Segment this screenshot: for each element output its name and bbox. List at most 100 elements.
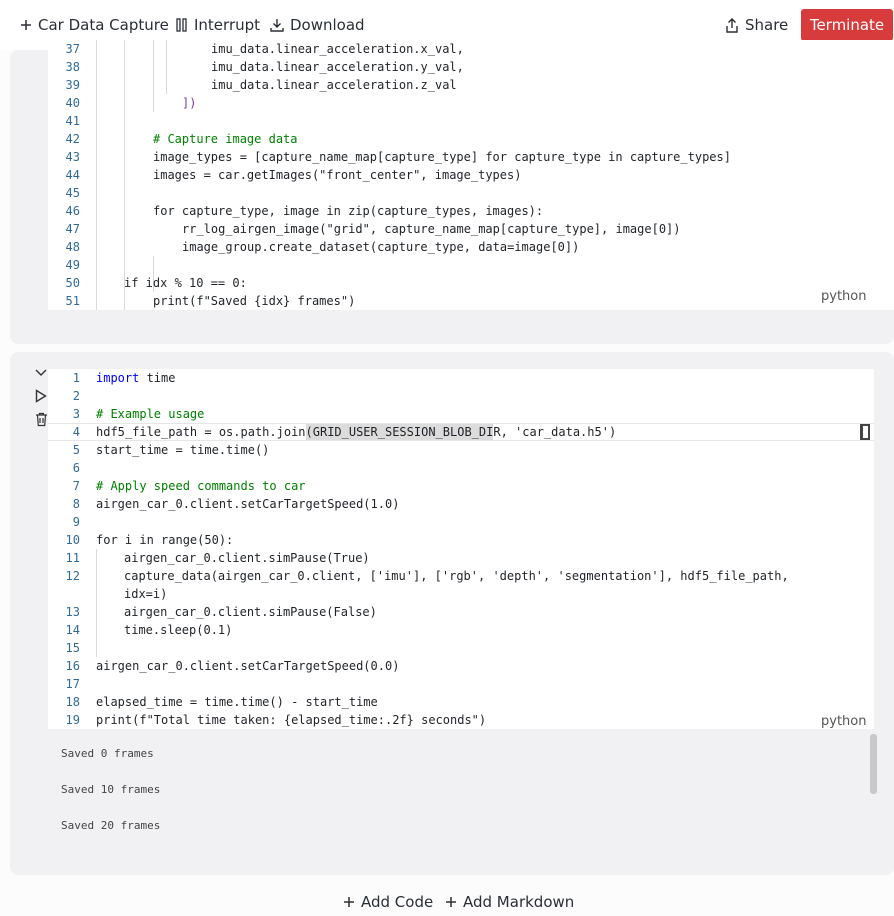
line-number: 15 xyxy=(65,641,80,655)
code-cell-1: 37 imu_data.linear_acceleration.x_val, 38… xyxy=(10,40,894,344)
code-text: print(f"Total time taken: {elapsed_time:… xyxy=(96,713,487,727)
download-button[interactable]: Download xyxy=(270,12,365,38)
line-number: 19 xyxy=(65,713,80,727)
plus-icon xyxy=(21,20,31,30)
line-number: 8 xyxy=(72,497,80,511)
code-text: image_types = [capture_name_map[capture_… xyxy=(153,150,731,164)
code-text: for i in range(50): xyxy=(96,533,234,547)
line-number: 10 xyxy=(65,533,80,547)
code-text: idx=i) xyxy=(124,587,168,601)
code-text: # Example usage xyxy=(96,407,205,421)
code-editor-2[interactable]: 1 import time 2 3 # Example usage 4 hdf5_fi… xyxy=(48,369,874,729)
line-number: 1 xyxy=(72,371,80,385)
line-number: 2 xyxy=(72,389,80,403)
notebook-title-button[interactable]: Car Data Capture xyxy=(20,12,169,38)
line-number: 43 xyxy=(65,150,80,164)
output-scrollbar[interactable] xyxy=(870,734,877,794)
code-text: import time xyxy=(96,371,176,385)
line-number: 46 xyxy=(65,204,80,218)
download-icon xyxy=(270,19,284,32)
add-code-label: Add Code xyxy=(361,893,434,911)
language-label: python xyxy=(821,289,867,304)
line-number: 47 xyxy=(65,222,80,236)
line-number: 5 xyxy=(72,443,80,457)
line-number: 41 xyxy=(65,114,80,128)
line-number: 37 xyxy=(65,42,80,56)
line-number: 44 xyxy=(65,168,80,182)
line-number: 4 xyxy=(72,425,80,439)
code-text: image_group.create_dataset(capture_type,… xyxy=(182,240,580,254)
code-text: hdf5_file_path = os.path.join(GRID_USER_… xyxy=(96,425,617,439)
code-text: airgen_car_0.client.simPause(False) xyxy=(124,605,377,619)
code-text: images = car.getImages("front_center", i… xyxy=(153,168,522,182)
output-line: Saved 10 frames xyxy=(61,783,161,796)
line-number: 13 xyxy=(65,605,80,619)
code-cell-2: 1 import time 2 3 # Example usage 4 hdf5_fi… xyxy=(10,352,894,875)
plus-icon xyxy=(446,897,456,907)
code-text: airgen_car_0.client.setCarTargetSpeed(1.… xyxy=(96,497,400,511)
line-number: 50 xyxy=(65,276,80,290)
play-icon xyxy=(35,389,47,403)
line-number: 3 xyxy=(72,407,80,421)
chevron-down-icon xyxy=(35,369,47,376)
line-number: 6 xyxy=(72,461,80,475)
line-number: 9 xyxy=(72,515,80,529)
interrupt-label: Interrupt xyxy=(194,16,261,34)
line-number: 11 xyxy=(65,551,80,565)
code-text: # Capture image data xyxy=(153,132,298,146)
code-text: airgen_car_0.client.setCarTargetSpeed(0.… xyxy=(96,659,400,673)
line-number: 18 xyxy=(65,695,80,709)
code-text: imu_data.linear_acceleration.x_val, xyxy=(211,42,464,56)
code-text: elapsed_time = time.time() - start_time xyxy=(96,695,378,709)
output-line: Saved 20 frames xyxy=(61,819,161,832)
code-text: time.sleep(0.1) xyxy=(124,623,233,637)
plus-icon xyxy=(344,897,354,907)
code-text: imu_data.linear_acceleration.z_val xyxy=(211,78,457,92)
share-label: Share xyxy=(745,16,789,34)
text-cursor xyxy=(860,424,870,440)
code-text: rr_log_airgen_image("grid", capture_name… xyxy=(182,222,681,236)
notebook-title: Car Data Capture xyxy=(38,16,169,34)
line-number: 12 xyxy=(65,569,80,583)
share-button[interactable]: Share xyxy=(725,12,788,38)
line-number: 17 xyxy=(65,677,80,691)
line-number: 51 xyxy=(65,294,80,308)
download-label: Download xyxy=(290,16,365,34)
line-number: 45 xyxy=(65,186,80,200)
share-icon xyxy=(726,17,738,33)
terminate-button[interactable]: Terminate xyxy=(801,9,893,41)
indent-guide xyxy=(96,549,97,657)
line-number: 39 xyxy=(65,78,80,92)
trash-icon xyxy=(35,412,47,426)
line-number: 42 xyxy=(65,132,80,146)
code-text: print(f"Saved {idx} frames") xyxy=(153,294,356,308)
line-number: 7 xyxy=(72,479,80,493)
output-line: Saved 0 frames xyxy=(61,747,154,760)
line-number: 40 xyxy=(65,96,80,110)
code-text: # Apply speed commands to car xyxy=(96,479,306,493)
line-number: 16 xyxy=(65,659,80,673)
indent-guide xyxy=(166,40,167,94)
code-editor-1[interactable]: 37 imu_data.linear_acceleration.x_val, 38… xyxy=(48,40,894,310)
line-number: 38 xyxy=(65,60,80,74)
code-text: start_time = time.time() xyxy=(96,443,270,457)
add-markdown-label: Add Markdown xyxy=(463,893,575,911)
code-text: airgen_car_0.client.simPause(True) xyxy=(124,551,370,565)
code-text: ]) xyxy=(182,96,197,110)
line-number: 49 xyxy=(65,258,80,272)
terminate-label: Terminate xyxy=(809,16,885,34)
code-text: for capture_type, image in zip(capture_t… xyxy=(153,204,544,218)
pause-icon xyxy=(176,18,187,32)
add-markdown-button[interactable]: Add Markdown xyxy=(445,893,574,911)
add-code-button[interactable]: Add Code xyxy=(343,893,433,911)
code-text: capture_data(airgen_car_0.client, ['imu'… xyxy=(124,569,789,583)
indent-guide xyxy=(124,40,125,310)
line-number: 48 xyxy=(65,240,80,254)
indent-guide xyxy=(96,40,97,310)
line-number: 14 xyxy=(65,623,80,637)
interrupt-button[interactable]: Interrupt xyxy=(176,12,260,38)
indent-guide xyxy=(153,40,154,112)
code-text: if idx % 10 == 0: xyxy=(124,276,247,290)
code-text: imu_data.linear_acceleration.y_val, xyxy=(211,60,464,74)
language-label: python xyxy=(821,714,867,729)
